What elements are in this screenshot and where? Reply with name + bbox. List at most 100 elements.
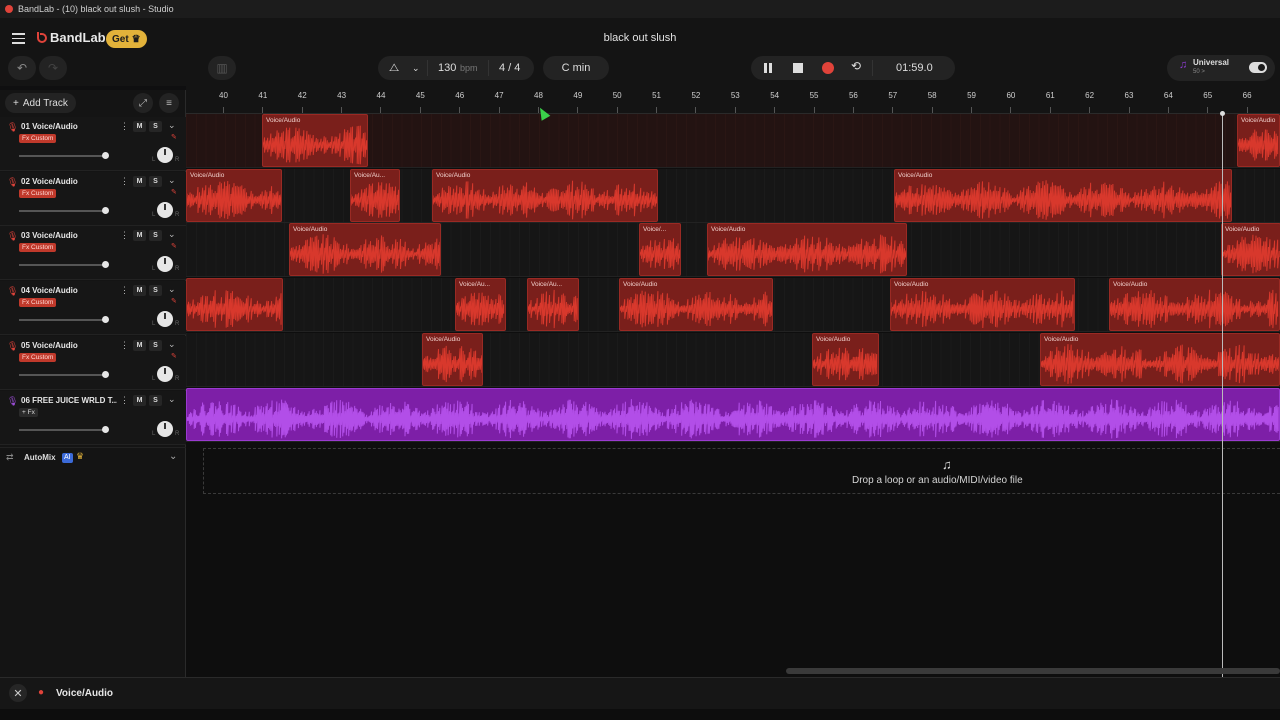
- audio-clip[interactable]: Voice/Audio: [422, 332, 483, 386]
- undo-button[interactable]: ↶: [8, 56, 36, 80]
- track-header[interactable]: 🎙 02 Voice/Audio ⋮ M S ⌄ Fx Custom ✎ L R: [0, 171, 186, 226]
- audio-clip[interactable]: Voice/Audio: [812, 332, 879, 386]
- chevron-down-icon[interactable]: ⌄: [412, 63, 420, 74]
- audio-clip[interactable]: [186, 278, 283, 332]
- volume-slider-knob[interactable]: [102, 152, 109, 159]
- audio-clip[interactable]: Voice/Audio: [1221, 223, 1280, 277]
- more-icon[interactable]: ⋮: [120, 121, 129, 132]
- key-selector[interactable]: C min: [543, 56, 609, 80]
- instrument-panel[interactable]: ♫ Universal 50 >: [1167, 55, 1275, 81]
- pan-knob[interactable]: [157, 201, 173, 218]
- automix-row[interactable]: ⇄ AutoMix AI ♛ ⌄: [0, 447, 186, 469]
- instrument-toggle[interactable]: [1249, 62, 1267, 73]
- track-header[interactable]: 🎙 05 Voice/Audio ⋮ M S ⌄ Fx Custom ✎ L R: [0, 335, 186, 390]
- track-name[interactable]: 04 Voice/Audio: [21, 286, 117, 295]
- chevron-down-icon[interactable]: ⌄: [168, 284, 176, 295]
- track-lane[interactable]: Voice/Audio Voice/Au... Voice/Audio Voice/A…: [186, 168, 1280, 223]
- chevron-down-icon[interactable]: ⌄: [169, 451, 177, 462]
- fx-badge[interactable]: + Fx: [19, 407, 38, 417]
- pan-knob[interactable]: [157, 147, 173, 163]
- audio-clip[interactable]: Voice/Audio: [186, 168, 282, 222]
- project-title[interactable]: black out slush: [0, 32, 1280, 44]
- audio-clip[interactable]: Voice/...: [639, 223, 681, 277]
- pan-knob[interactable]: [157, 365, 173, 382]
- solo-button[interactable]: S: [149, 175, 162, 187]
- solo-button[interactable]: S: [149, 230, 162, 242]
- audio-clip[interactable]: Voice/Audio: [262, 114, 368, 167]
- chevron-down-icon[interactable]: ⌄: [168, 120, 176, 131]
- track-name[interactable]: 01 Voice/Audio: [21, 122, 117, 131]
- timeline-area[interactable]: Voice/Audio Voice/Audio Voice/Audio Voice/A…: [186, 114, 1280, 677]
- pause-button[interactable]: [763, 63, 773, 73]
- edit-icon[interactable]: ✎: [171, 297, 177, 305]
- time-signature[interactable]: 4 / 4: [499, 62, 520, 74]
- close-icon[interactable]: ✕: [9, 684, 27, 702]
- solo-button[interactable]: S: [149, 285, 162, 297]
- more-icon[interactable]: ⋮: [120, 176, 129, 187]
- volume-slider-track[interactable]: [19, 428, 105, 431]
- volume-slider-knob[interactable]: [102, 316, 109, 324]
- fx-badge[interactable]: Fx Custom: [19, 134, 57, 143]
- volume-slider-track[interactable]: [19, 264, 105, 267]
- edit-icon[interactable]: ✎: [171, 352, 177, 360]
- track-lane[interactable]: Voice/Audio Voice/Audio: [186, 114, 1280, 168]
- track-name[interactable]: 02 Voice/Audio: [21, 177, 117, 186]
- record-button[interactable]: [822, 62, 834, 74]
- audio-clip[interactable]: Voice/Audio: [707, 223, 907, 277]
- mute-button[interactable]: M: [133, 175, 146, 187]
- metronome-icon[interactable]: ⧍: [389, 62, 399, 75]
- chevron-down-icon[interactable]: ⌄: [168, 175, 176, 186]
- volume-slider-track[interactable]: [19, 155, 105, 157]
- more-icon[interactable]: ⋮: [120, 230, 129, 241]
- chevron-down-icon[interactable]: ⌄: [168, 339, 176, 350]
- keyboard-button[interactable]: ▥: [208, 56, 236, 80]
- add-track-button[interactable]: + Add Track: [5, 93, 76, 113]
- audio-clip[interactable]: Voice/Au...: [527, 278, 579, 332]
- track-header[interactable]: 🎙 03 Voice/Audio ⋮ M S ⌄ Fx Custom ✎ L R: [0, 226, 186, 281]
- playhead-handle[interactable]: [1220, 111, 1225, 116]
- audio-clip[interactable]: Voice/Audio: [1040, 332, 1280, 386]
- solo-button[interactable]: S: [149, 394, 162, 406]
- audio-clip[interactable]: Voice/Audio: [432, 168, 658, 222]
- solo-button[interactable]: S: [149, 339, 162, 351]
- volume-slider-track[interactable]: [19, 373, 105, 376]
- audio-clip[interactable]: Voice/Au...: [350, 168, 400, 222]
- audio-clip[interactable]: Voice/Audio: [894, 168, 1232, 222]
- redo-button[interactable]: ↷: [39, 56, 67, 80]
- volume-slider-track[interactable]: [19, 319, 105, 322]
- midi-clip[interactable]: [186, 387, 1280, 441]
- audio-clip[interactable]: Voice/Audio: [289, 223, 441, 277]
- track-name[interactable]: 06 FREE JUICE WRLD T...: [21, 396, 117, 405]
- horizontal-scrollbar[interactable]: [786, 668, 1280, 674]
- more-icon[interactable]: ⋮: [120, 285, 129, 296]
- fx-badge[interactable]: Fx Custom: [19, 243, 57, 253]
- edit-icon[interactable]: ✎: [171, 188, 177, 196]
- chevron-down-icon[interactable]: ⌄: [168, 229, 176, 240]
- loop-icon[interactable]: ⟲: [851, 59, 861, 73]
- edit-icon[interactable]: ✎: [171, 242, 177, 250]
- fx-badge[interactable]: Fx Custom: [19, 298, 57, 308]
- volume-slider-knob[interactable]: [102, 425, 109, 433]
- track-header[interactable]: 🎙 06 FREE JUICE WRLD T... ⋮ M S ⌄ + Fx L R: [0, 390, 186, 445]
- pan-knob[interactable]: [157, 420, 173, 437]
- track-lane[interactable]: Voice/Audio Voice/Audio Voice/Audio: [186, 332, 1280, 387]
- edit-icon[interactable]: ✎: [171, 133, 177, 141]
- playhead[interactable]: [1222, 112, 1223, 677]
- fx-badge[interactable]: Fx Custom: [19, 188, 57, 198]
- track-header[interactable]: 🎙 04 Voice/Audio ⋮ M S ⌄ Fx Custom ✎ L R: [0, 281, 186, 336]
- track-lane[interactable]: Voice/Audio Voice/... Voice/Audio Voice/Aud…: [186, 223, 1280, 278]
- track-lane[interactable]: [186, 387, 1280, 442]
- track-settings-icon[interactable]: ≡: [159, 93, 179, 113]
- timeline-ruler[interactable]: 40 41 42 43 44 45 46 47 48 49 50 51 52 53 54 55 56 57 58 59…: [186, 86, 1280, 114]
- bpm-value[interactable]: 130: [438, 62, 456, 74]
- volume-slider-knob[interactable]: [102, 206, 109, 214]
- volume-slider-knob[interactable]: [102, 261, 109, 269]
- pan-knob[interactable]: [157, 256, 173, 273]
- track-name[interactable]: 03 Voice/Audio: [21, 231, 117, 240]
- solo-button[interactable]: S: [149, 121, 162, 132]
- audio-clip[interactable]: Voice/Au...: [455, 278, 506, 332]
- mute-button[interactable]: M: [133, 121, 146, 132]
- mute-button[interactable]: M: [133, 230, 146, 242]
- audio-clip[interactable]: Voice/Audio: [1109, 278, 1280, 332]
- more-icon[interactable]: ⋮: [120, 340, 129, 351]
